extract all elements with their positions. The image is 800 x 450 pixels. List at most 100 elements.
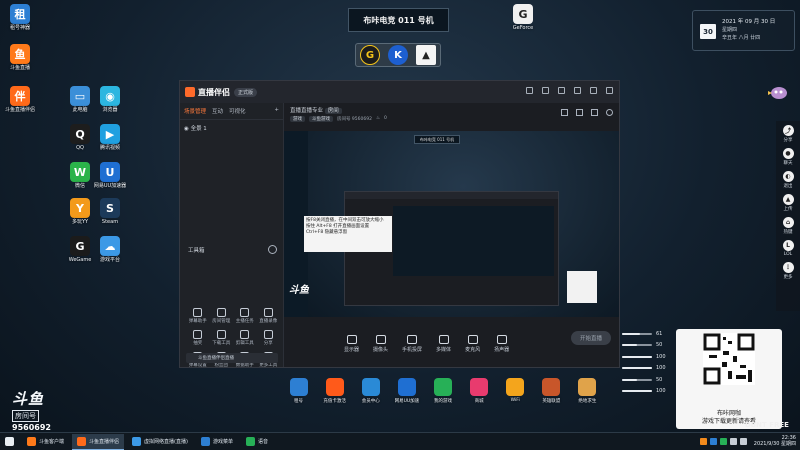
slider-2[interactable]: 50 [622,340,670,352]
tool-label: 主播任务 [235,319,254,324]
dock-label: 会员中心 [361,399,380,404]
taskbar-label: 虚拟网络直播(直播) [144,439,188,445]
dock-zu[interactable]: 租号 [283,378,314,418]
taskbar-item-4[interactable]: 游戏菜单 [196,434,238,450]
slider-5[interactable]: 50 [622,374,670,386]
dock-label: 商城 [474,399,484,404]
tv-icon[interactable] [591,109,598,116]
scene-item[interactable]: ◉ 全景 1 [180,120,283,136]
menu-icon[interactable] [558,87,565,94]
slider-1[interactable]: 61 [622,328,670,340]
dock-game[interactable]: 我的游戏 [427,378,458,418]
tray-icon-3[interactable] [719,437,727,445]
control-camera[interactable]: 摄像头 [373,335,388,353]
tool-item[interactable]: 抽奖 [186,330,210,346]
dock-netease[interactable]: 网易UU加速 [391,378,422,418]
room-info: 直播直播专业 房间 游戏 斗鱼游戏 房间号 9560692 ♨ 0 [284,103,619,125]
sidebar-lol[interactable]: L LOL [777,240,799,257]
icon-douyu-companion[interactable]: 伴斗鱼直播伴侣 [0,86,40,114]
tools-collapse-icon[interactable] [268,245,277,254]
bottom-notice[interactable]: 斗鱼直播伴侣直播 [186,353,278,363]
slider-4[interactable]: 100 [622,363,670,375]
tab-interact[interactable]: 互动 [212,107,223,115]
tool-item[interactable]: 房间管理 [210,308,234,324]
icon-wechat-icon: W [70,162,90,182]
dock-computer[interactable]: 会员中心 [355,378,386,418]
sidebar-label: 热键 [783,230,793,235]
icon-douyu[interactable]: 鱼斗鱼直播 [0,44,40,72]
dock-wifi[interactable]: WiFi [500,378,531,418]
slider-track[interactable] [622,355,652,358]
control-phone[interactable]: 手机投屏 [402,335,422,353]
badge-triangle-icon[interactable]: ▲ [416,45,436,65]
taskbar: 斗鱼客户端 斗鱼直播伴侣 虚拟网络直播(直播) 游戏菜单 语音 22:36 2021/9… [0,432,800,450]
sidebar-more[interactable]: ⋮ 更多 [777,262,799,280]
taskbar-item-1[interactable]: 斗鱼客户端 [22,434,69,450]
badge-k-icon[interactable]: K [388,45,408,65]
dock-shop[interactable]: 商城 [464,378,495,418]
store-icon[interactable] [576,109,583,116]
tool-label: 分享 [263,341,273,346]
dock-lol[interactable]: 英雄联盟 [536,378,567,418]
gift-icon[interactable] [561,109,568,116]
tray-icon-1[interactable] [699,437,707,445]
network-icon[interactable] [729,437,737,445]
sidebar-lol-icon: L [782,240,794,251]
mascot-icon [768,87,787,99]
sidebar-chat[interactable]: ● 聊天 [777,148,799,166]
control-mic[interactable]: 麦克风 [465,335,480,353]
dock-voucher[interactable]: 充值卡激活 [319,378,350,418]
room-title[interactable]: 直播直播专业 [290,108,323,114]
tool-item[interactable]: 分享 [257,330,281,346]
tool-item[interactable]: 主播任务 [233,308,257,324]
control-screen[interactable]: 显示器 [344,335,359,353]
slider-track[interactable] [622,332,652,335]
mail-icon[interactable] [542,87,549,94]
sidebar-hotkey[interactable]: ⌂ 热键 [777,217,799,235]
tab-visual[interactable]: 可视化 [229,107,246,115]
tool-icon [193,330,203,339]
slider-track[interactable] [622,367,652,370]
slider-track[interactable] [622,390,652,393]
icon-tencent-video[interactable]: ▶ 腾讯视频 [90,124,130,152]
add-scene-icon[interactable]: + [274,107,279,115]
taskbar-app-icon [200,437,210,446]
slider-3[interactable]: 100 [622,351,670,363]
share-icon[interactable] [606,109,613,116]
icon-game-platform[interactable]: ☁ 游戏平台 [90,236,130,264]
tab-scene[interactable]: 场景管理 [184,107,206,115]
icon-zu[interactable]: 租租号神器 [0,4,40,32]
settings-icon[interactable] [526,87,533,94]
tray-icon-2[interactable] [709,437,717,445]
volume-icon[interactable] [739,437,747,445]
start-button[interactable] [0,434,19,450]
control-media[interactable]: 多媒体 [436,335,451,353]
tool-item[interactable]: 直播录像 [257,308,281,324]
icon-duowan-icon: Y [70,198,90,218]
geforce-desktop-icon[interactable]: G GeForce [503,4,543,32]
clock[interactable]: 22:36 2021/9/30 星期四 [754,435,796,447]
badge-g-icon[interactable]: G [360,45,380,65]
start-live-button[interactable]: 开始直播 [571,331,611,345]
taskbar-item-5[interactable]: 语音 [241,434,273,450]
slider-track[interactable] [622,378,652,381]
live-preview[interactable]: 布咔电竞 011 号机 按F8关闭直播，在中间双击可放大缩小 按住 Alt+F8… [284,131,619,317]
taskbar-item-3[interactable]: 虚拟网络直播(直播) [127,434,193,450]
tool-item[interactable]: 下载工具 [210,330,234,346]
maximize-icon[interactable] [590,87,597,94]
close-icon[interactable] [606,87,613,94]
minimize-icon[interactable] [574,87,581,94]
sidebar-upload[interactable]: ▲ 上传 [777,194,799,212]
dock-pubg[interactable]: 绝地求生 [572,378,603,418]
slider-6[interactable]: 100 [622,386,670,398]
slider-track[interactable] [622,344,652,347]
control-speaker[interactable]: 扬声器 [494,335,509,353]
tool-item[interactable]: 弹幕助手 [186,308,210,324]
sidebar-exit[interactable]: ◐ 退出 [777,171,799,189]
icon-steam[interactable]: S Steam [90,198,130,226]
tool-item[interactable]: 剪辑工具 [233,330,257,346]
icon-browser[interactable]: ◉ 浏览器 [90,86,130,114]
sidebar-share[interactable]: ⤴ 分享 [777,125,799,143]
icon-netease-game[interactable]: U 网易UU加速器 [90,162,130,190]
taskbar-item-2[interactable]: 斗鱼直播伴侣 [72,433,125,450]
